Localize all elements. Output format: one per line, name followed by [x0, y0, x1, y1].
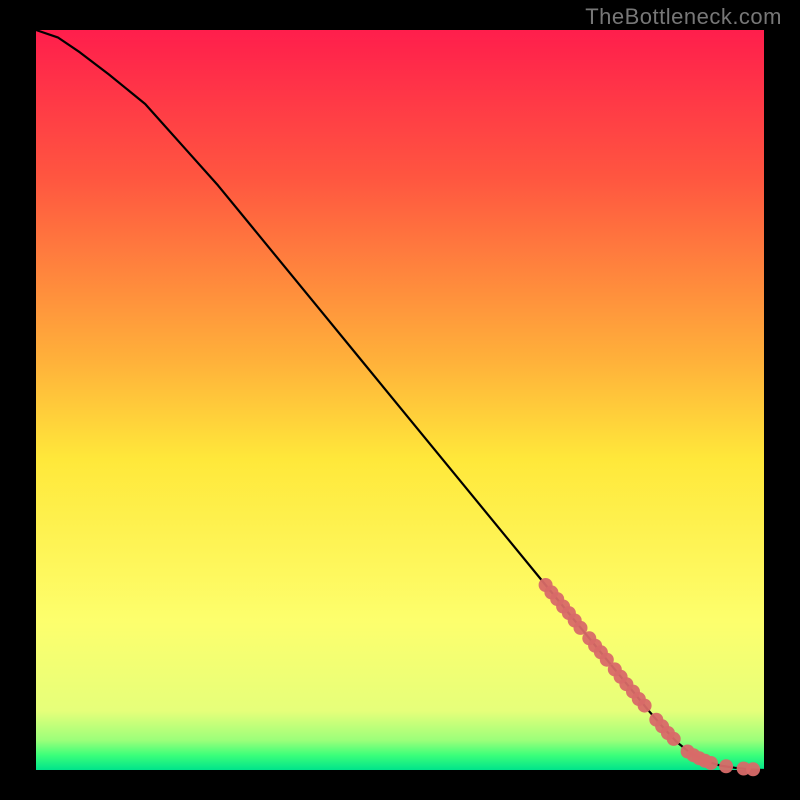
- highlight-point: [638, 699, 652, 713]
- highlight-point: [704, 756, 718, 770]
- highlight-point: [719, 759, 733, 773]
- watermark-text: TheBottleneck.com: [585, 4, 782, 30]
- chart-svg: [0, 0, 800, 800]
- highlight-point: [667, 732, 681, 746]
- chart-frame: TheBottleneck.com: [0, 0, 800, 800]
- heatmap-background: [36, 30, 764, 770]
- highlight-point: [746, 762, 760, 776]
